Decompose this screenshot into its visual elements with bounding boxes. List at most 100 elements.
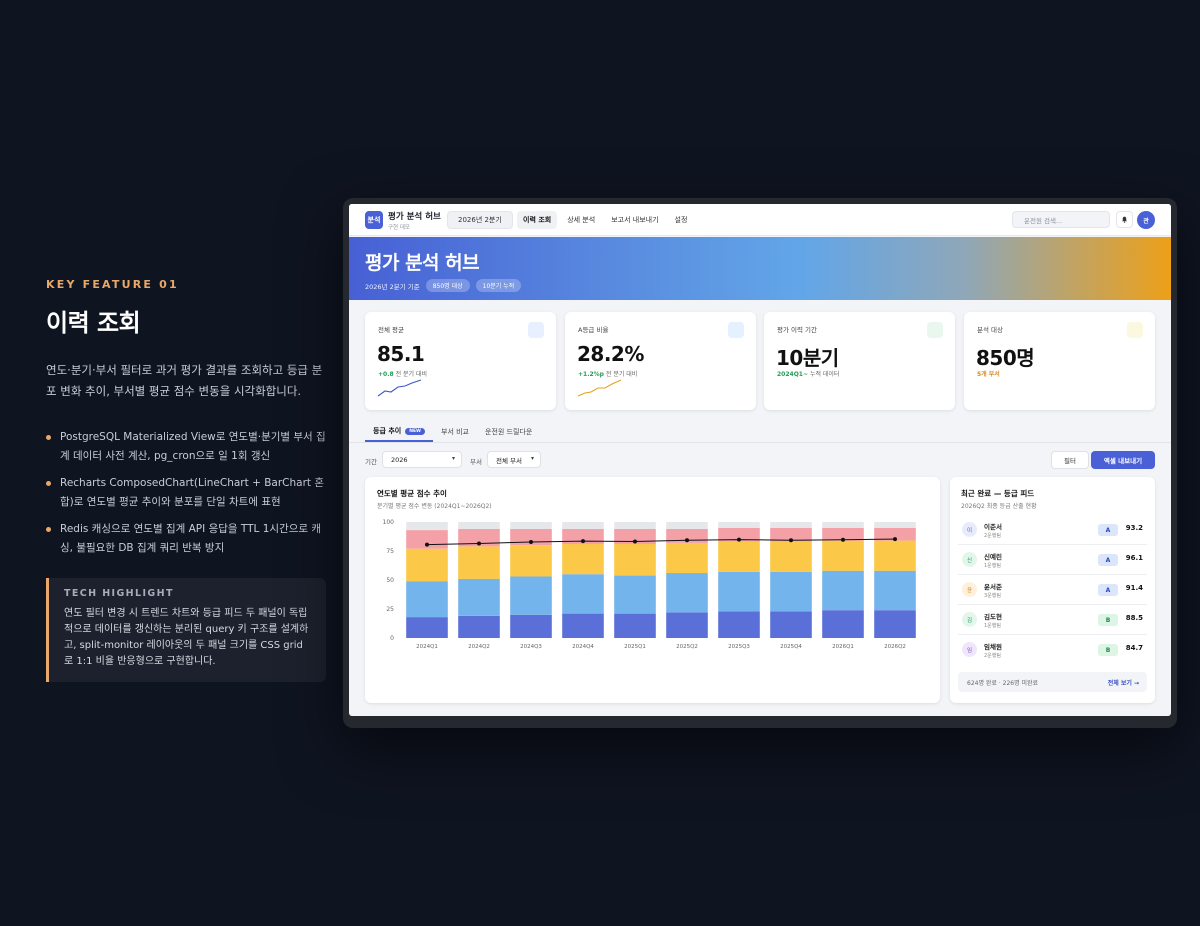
bar-segment[interactable] <box>770 611 812 638</box>
bar-segment[interactable] <box>562 613 604 638</box>
bar-segment[interactable] <box>510 545 552 577</box>
hero-badge-target: 850명 대상 <box>425 279 470 292</box>
bar-segment[interactable] <box>510 522 552 529</box>
search-input[interactable]: 운전원 검색... <box>1012 211 1110 228</box>
bar-segment[interactable] <box>458 546 500 579</box>
dept-select[interactable]: 전체 부서 ▾ <box>487 451 541 468</box>
bar-segment[interactable] <box>666 573 708 613</box>
excel-export-button[interactable]: 엑셀 내보내기 <box>1091 451 1155 469</box>
chevron-down-icon: ▾ <box>530 455 534 462</box>
bar-segment[interactable] <box>406 617 448 638</box>
feed-item[interactable]: 신 신예린 1운행팀 A 96.1 <box>958 545 1147 575</box>
bar-segment[interactable] <box>562 544 604 575</box>
line-point[interactable] <box>425 542 429 547</box>
bar-segment[interactable] <box>822 570 864 611</box>
tab-operator-drilldown[interactable]: 운전원 드릴다운 <box>477 422 540 442</box>
operator-team: 1운행팀 <box>984 623 1001 629</box>
bar-segment[interactable] <box>874 540 916 571</box>
grade-badge: B <box>1098 644 1118 656</box>
bar-segment[interactable] <box>770 571 812 612</box>
bar-segment[interactable] <box>562 574 604 614</box>
nav-history[interactable]: 이력 조회 <box>517 211 558 229</box>
bullet-dot-icon <box>46 527 51 532</box>
tech-highlight-title: TECH HIGHLIGHT <box>64 588 174 599</box>
bar-segment[interactable] <box>510 614 552 638</box>
line-point[interactable] <box>529 540 533 544</box>
user-avatar[interactable]: 관 <box>1137 211 1155 229</box>
bar-segment[interactable] <box>458 578 500 616</box>
notification-button[interactable] <box>1116 211 1133 228</box>
bar-segment[interactable] <box>510 576 552 615</box>
line-point[interactable] <box>737 537 741 542</box>
bar-segment[interactable] <box>874 610 916 638</box>
feed-item[interactable]: 임 임채원 2운행팀 B 84.7 <box>958 635 1147 665</box>
operator-team: 3운행팀 <box>984 593 1001 599</box>
bar-segment[interactable] <box>614 613 656 638</box>
bar-segment[interactable] <box>458 616 500 638</box>
app-logo[interactable]: 분석 <box>365 211 383 229</box>
tech-highlight-text: 연도 필터 변경 시 트렌드 차트와 등급 피드 두 패널이 독립적으로 데이터… <box>64 608 309 667</box>
bar-segment[interactable] <box>718 571 760 612</box>
feature-bullet: Redis 캐싱으로 연도별 집계 API 응답을 TTL 1시간으로 캐싱, … <box>46 520 326 558</box>
bar-segment[interactable] <box>718 522 760 528</box>
line-point[interactable] <box>893 537 897 542</box>
tab-dept-compare[interactable]: 부서 비교 <box>433 422 477 442</box>
bar-segment[interactable] <box>822 522 864 528</box>
line-point[interactable] <box>477 541 481 546</box>
bar-segment[interactable] <box>770 522 812 528</box>
feed-item[interactable]: 이 이준서 2운행팀 A 93.2 <box>958 515 1147 545</box>
bar-segment[interactable] <box>822 540 864 571</box>
bar-segment[interactable] <box>874 570 916 611</box>
bar-segment[interactable] <box>562 522 604 529</box>
bar-segment[interactable] <box>614 544 656 576</box>
line-point[interactable] <box>789 538 793 543</box>
bar-segment[interactable] <box>666 522 708 529</box>
bar-segment[interactable] <box>874 522 916 528</box>
filter-button[interactable]: 필터 <box>1051 451 1089 469</box>
tech-highlight: TECH HIGHLIGHT 연도 필터 변경 시 트렌드 차트와 등급 피드 … <box>46 578 326 682</box>
period-select[interactable]: 2026 ▾ <box>382 451 462 468</box>
bar-segment[interactable] <box>770 541 812 572</box>
kpi-card-history-period: 평가 이력 기간 10분기 2024Q1~ 누적 데이터 <box>764 312 955 410</box>
feed-item[interactable]: 윤 윤서준 3운행팀 A 91.4 <box>958 575 1147 605</box>
bar-segment[interactable] <box>614 575 656 614</box>
feed-subtitle: 2026Q2 최종 등급 산출 현황 <box>961 503 1037 510</box>
line-point[interactable] <box>581 539 585 544</box>
bar-segment[interactable] <box>718 611 760 638</box>
kpi-card-a-ratio: A등급 비율 28.2% +1.2%p 전 분기 대비 <box>565 312 756 410</box>
bar-segment[interactable] <box>406 548 448 582</box>
calendar-icon <box>927 322 943 338</box>
tab-grade-trend[interactable]: 등급 추이 NEW <box>365 422 434 442</box>
bar-segment[interactable] <box>614 522 656 529</box>
bar-segment[interactable] <box>458 522 500 529</box>
operator-team: 2운행팀 <box>984 533 1001 539</box>
line-point[interactable] <box>841 537 845 542</box>
hero-badge-cumulative: 10분기 누적 <box>475 279 522 292</box>
x-tick-label: 2024Q4 <box>572 644 594 650</box>
bar-segment[interactable] <box>406 522 448 531</box>
x-tick-label: 2024Q2 <box>468 644 490 650</box>
line-point[interactable] <box>633 539 637 544</box>
kpi-label: 분석 대상 <box>977 326 1003 334</box>
bar-segment[interactable] <box>666 612 708 639</box>
nav-report-export[interactable]: 보고서 내보내기 <box>605 211 664 229</box>
operator-avatar: 김 <box>962 612 977 627</box>
x-tick-label: 2025Q2 <box>676 644 698 650</box>
tabs-divider <box>349 442 1171 443</box>
period-selector[interactable]: 2026년 2분기 <box>447 211 513 229</box>
feature-panel: KEY FEATURE 01 이력 조회 연도·분기·부서 필터로 과거 평가 … <box>46 278 326 682</box>
view-all-link[interactable]: 전체 보기 → <box>1108 678 1139 687</box>
bar-segment[interactable] <box>406 581 448 618</box>
nav-settings[interactable]: 설정 <box>669 211 694 229</box>
bar-segment[interactable] <box>718 541 760 572</box>
hero-meta-text: 2026년 2분기 기준 <box>365 282 420 291</box>
nav-detail-analysis[interactable]: 상세 분석 <box>561 211 601 229</box>
feed-item[interactable]: 김 김도현 1운행팀 B 88.5 <box>958 605 1147 635</box>
bar-segment[interactable] <box>666 542 708 574</box>
app-subtitle: 구현 데모 <box>388 225 410 231</box>
period-filter-label: 기간 <box>365 458 377 466</box>
operator-name: 윤서준 <box>984 583 1002 591</box>
kpi-sparkline <box>377 379 422 397</box>
bar-segment[interactable] <box>822 610 864 638</box>
line-point[interactable] <box>685 538 689 543</box>
